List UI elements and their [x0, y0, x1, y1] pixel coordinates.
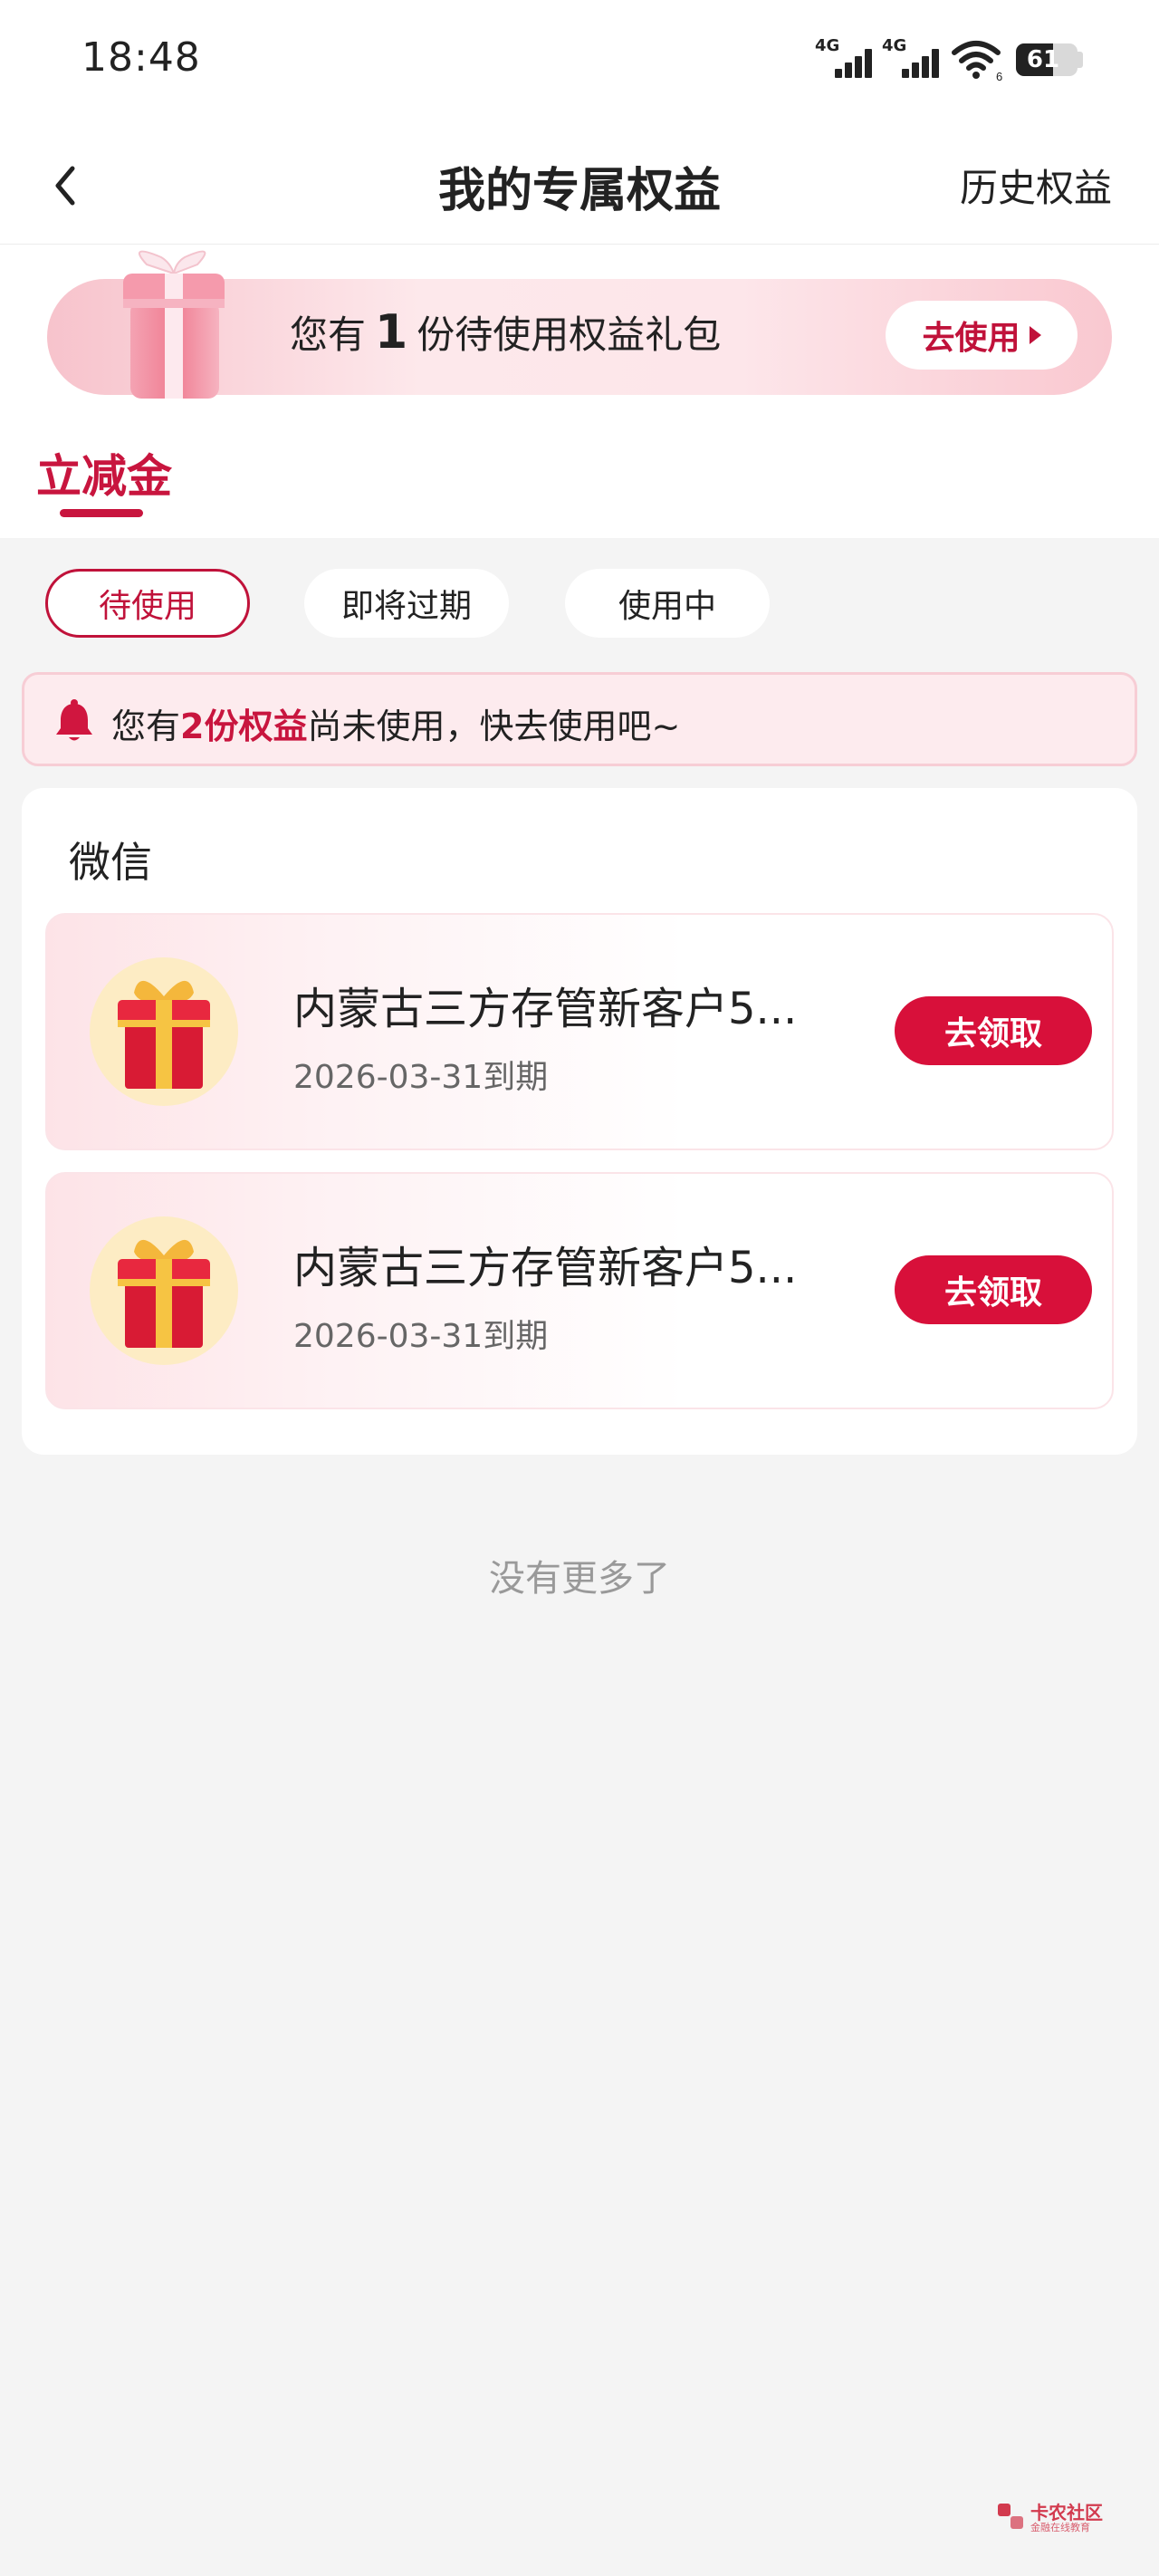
card-title: 微信: [69, 838, 152, 887]
filter-chip-expiring[interactable]: 即将过期: [304, 569, 509, 638]
banner-text: 您有 1 份待使用权益礼包: [290, 304, 721, 360]
benefit-name: 内蒙古三方存管新客户5...: [293, 984, 798, 1034]
banner-count: 1: [375, 305, 408, 360]
battery-icon: 61: [1016, 43, 1078, 76]
nav-bar: 我的专属权益 历史权益: [0, 127, 1159, 245]
status-time: 18:48: [81, 34, 201, 81]
gift-box-icon: [91, 243, 263, 406]
gift-icon: [87, 1214, 241, 1368]
watermark-icon: [996, 2502, 1025, 2531]
battery-cap: [1078, 52, 1083, 68]
signal-type-label: 4G: [882, 36, 907, 55]
battery-level: 61: [1026, 46, 1060, 73]
claim-button[interactable]: 去领取: [895, 1255, 1092, 1324]
notice-suffix: 尚未使用，快去使用吧~: [307, 706, 681, 746]
filter-chip-pending[interactable]: 待使用: [45, 569, 250, 638]
page-title: 我的专属权益: [437, 164, 721, 218]
notice-text: 您有2份权益尚未使用，快去使用吧~: [111, 698, 680, 748]
unused-notice: 您有2份权益尚未使用，快去使用吧~: [22, 672, 1137, 766]
wechat-benefits-card: 微信 内蒙古三方存管新客户5... 2026-03-31到期 去领取 内蒙古三方…: [22, 788, 1137, 1455]
status-bar: 18:48 4G 4G 6 61: [0, 0, 1159, 127]
go-use-button[interactable]: 去使用: [886, 301, 1078, 370]
benefit-expiry: 2026-03-31到期: [293, 1318, 549, 1355]
go-use-label: 去使用: [922, 320, 1020, 357]
end-of-list-text: 没有更多了: [489, 1558, 670, 1600]
notice-prefix: 您有: [111, 706, 181, 746]
signal-type-label: 4G: [815, 36, 840, 55]
wifi-icon: 6: [951, 38, 1005, 83]
cell-signal-icon: 4G: [882, 36, 945, 82]
status-icons: 4G 4G 6 61: [815, 36, 1087, 83]
benefit-name: 内蒙古三方存管新客户5...: [293, 1243, 798, 1293]
banner-suffix: 份待使用权益礼包: [417, 312, 722, 357]
benefit-item: 内蒙古三方存管新客户5... 2026-03-31到期 去领取: [45, 1172, 1114, 1409]
notice-highlight: 2份权益: [180, 706, 308, 746]
caret-right-icon: [1029, 326, 1041, 344]
watermark-subtitle: 金融在线教育: [1030, 2522, 1090, 2533]
chevron-left-icon[interactable]: [45, 159, 91, 212]
history-benefits-link[interactable]: 历史权益: [960, 158, 1112, 213]
claim-button[interactable]: 去领取: [895, 996, 1092, 1065]
benefit-item: 内蒙古三方存管新客户5... 2026-03-31到期 去领取: [45, 913, 1114, 1150]
bell-icon: [53, 698, 95, 744]
banner-prefix: 您有: [290, 312, 367, 357]
tab-active-indicator: [60, 509, 143, 517]
tab-discount-voucher[interactable]: 立减金: [36, 440, 172, 505]
wifi-badge: 6: [996, 70, 1002, 82]
benefit-expiry: 2026-03-31到期: [293, 1059, 549, 1096]
filter-chip-in-use[interactable]: 使用中: [565, 569, 770, 638]
cell-signal-icon: 4G: [815, 36, 878, 82]
watermark-logo: 卡农社区 金融在线教育: [996, 2498, 1141, 2534]
gift-icon: [87, 955, 241, 1109]
